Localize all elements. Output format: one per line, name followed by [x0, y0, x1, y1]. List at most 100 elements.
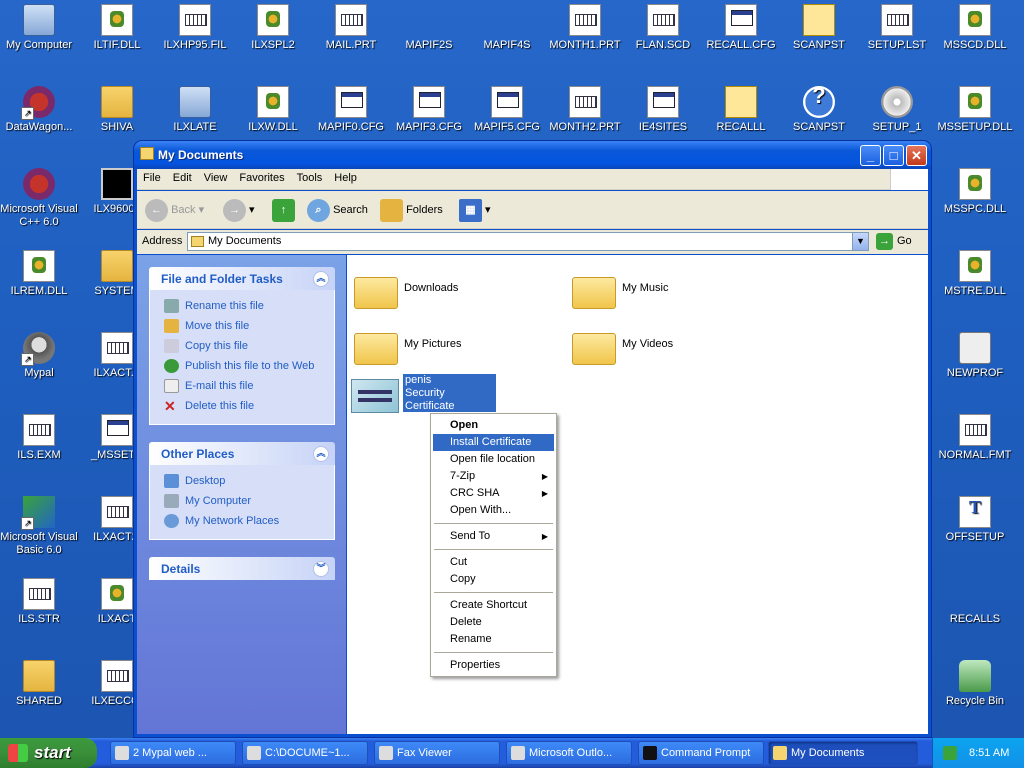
desktop-icon[interactable]: MAPIF0.CFG: [312, 86, 390, 134]
task-email[interactable]: E-mail this file: [162, 376, 334, 396]
task-my-documents[interactable]: My Documents: [768, 741, 918, 765]
menu-item-open-file-location[interactable]: Open file location: [433, 451, 554, 468]
desktop-icon[interactable]: NEWPROF: [936, 332, 1014, 380]
desktop-icon[interactable]: ILS.STR: [0, 578, 78, 626]
menu-item-open-with[interactable]: Open With...: [433, 502, 554, 519]
menu-item-create-shortcut[interactable]: Create Shortcut: [433, 597, 554, 614]
task-rename[interactable]: Rename this file: [162, 296, 334, 316]
desktop-icon[interactable]: MAPIF3.CFG: [390, 86, 468, 134]
desktop-icon[interactable]: SCANPST: [780, 4, 858, 52]
desktop-icon[interactable]: MAIL.PRT: [312, 4, 390, 52]
desktop-icon[interactable]: MONTH1.PRT: [546, 4, 624, 52]
menu-favorites[interactable]: Favorites: [233, 169, 290, 187]
dll-icon: [23, 250, 55, 282]
menu-tools[interactable]: Tools: [291, 169, 329, 187]
desktop-icon[interactable]: ILS.EXM: [0, 414, 78, 462]
menu-item-cut[interactable]: Cut: [433, 554, 554, 571]
address-dropdown-button[interactable]: ▼: [852, 232, 869, 251]
task-mypal[interactable]: 2 Mypal web ...: [110, 741, 236, 765]
desktop-icon[interactable]: SHIVA: [78, 86, 156, 134]
desktop-icon[interactable]: Microsoft Visual Basic 6.0: [0, 496, 78, 557]
start-button[interactable]: start: [0, 738, 97, 768]
desktop-icon[interactable]: MONTH2.PRT: [546, 86, 624, 134]
network-tray-icon[interactable]: [943, 746, 957, 760]
menu-item-send-to[interactable]: Send To ▶: [433, 528, 554, 545]
menu-file[interactable]: File: [137, 169, 167, 187]
desktop-icon[interactable]: OFFSETUP: [936, 496, 1014, 544]
panel-header[interactable]: Details ︾: [149, 557, 335, 580]
desktop-icon[interactable]: ILXLATE: [156, 86, 234, 134]
desktop-icon[interactable]: FLAN.SCD: [624, 4, 702, 52]
task-fax-viewer[interactable]: Fax Viewer: [374, 741, 500, 765]
desktop-icon[interactable]: MAPIF4S: [468, 4, 546, 52]
task-cmd-documents[interactable]: C:\DOCUME~1...: [242, 741, 368, 765]
desktop-icon[interactable]: RECALLS: [936, 578, 1014, 626]
task-delete[interactable]: ✕ Delete this file: [162, 396, 334, 416]
menu-edit[interactable]: Edit: [167, 169, 198, 187]
expand-icon[interactable]: ︾: [313, 561, 329, 577]
menu-item-install-certificate[interactable]: Install Certificate: [433, 434, 554, 451]
desktop-icon-my-computer[interactable]: My Computer: [0, 4, 78, 52]
clock[interactable]: 8:51 AM: [969, 738, 1009, 768]
desktop-icon[interactable]: SHARED: [0, 660, 78, 708]
minimize-button[interactable]: _: [860, 145, 881, 166]
outlook-icon: [511, 746, 525, 760]
desktop-icon[interactable]: Microsoft Visual C++ 6.0: [0, 168, 78, 229]
menu-view[interactable]: View: [198, 169, 234, 187]
task-outlook[interactable]: Microsoft Outlo...: [506, 741, 632, 765]
desktop-icon[interactable]: Mypal: [0, 332, 78, 380]
certificate-icon: [351, 379, 399, 413]
menu-help[interactable]: Help: [328, 169, 363, 187]
desktop-icon[interactable]: MSTRE.DLL: [936, 250, 1014, 298]
forward-button[interactable]: → ▾: [223, 198, 255, 222]
up-button[interactable]: ↑: [272, 198, 295, 222]
go-button[interactable]: → Go: [876, 232, 912, 251]
desktop-icon[interactable]: SCANPST: [780, 86, 858, 134]
desktop-icon[interactable]: RECALL.CFG: [702, 4, 780, 52]
desktop-icon[interactable]: IE4SITES: [624, 86, 702, 134]
desktop-icon[interactable]: MAPIF5.CFG: [468, 86, 546, 134]
menu-item-open[interactable]: Open: [433, 417, 554, 434]
maximize-button[interactable]: □: [883, 145, 904, 166]
search-button[interactable]: ⌕ Search: [307, 198, 368, 222]
desktop-icon[interactable]: ILXHP95.FIL: [156, 4, 234, 52]
title-bar[interactable]: My Documents _ □ ✕: [134, 141, 931, 169]
menu-item-copy[interactable]: Copy: [433, 571, 554, 588]
desktop-icon[interactable]: NORMAL.FMT: [936, 414, 1014, 462]
folders-button[interactable]: Folders: [380, 198, 443, 222]
views-button[interactable]: ▦ ▾: [459, 198, 491, 222]
panel-header[interactable]: Other Places ︽: [149, 442, 335, 465]
menu-item-7zip[interactable]: 7-Zip ▶: [433, 468, 554, 485]
desktop-icon[interactable]: SETUP_1: [858, 86, 936, 134]
desktop-icon[interactable]: MAPIF2S: [390, 4, 468, 52]
desktop-icon[interactable]: ILXW.DLL: [234, 86, 312, 134]
desktop-icon[interactable]: MSSPC.DLL: [936, 168, 1014, 216]
desktop-icon-recycle-bin[interactable]: Recycle Bin: [936, 660, 1014, 708]
desktop-icon[interactable]: ILXSPL2: [234, 4, 312, 52]
task-command-prompt[interactable]: Command Prompt: [638, 741, 764, 765]
desktop-icon[interactable]: ILREM.DLL: [0, 250, 78, 298]
task-move[interactable]: Move this file: [162, 316, 334, 336]
place-my-computer[interactable]: My Computer: [162, 491, 334, 511]
desktop-icon[interactable]: SETUP.LST: [858, 4, 936, 52]
desktop-icon[interactable]: MSSCD.DLL: [936, 4, 1014, 52]
collapse-icon[interactable]: ︽: [313, 271, 329, 287]
task-publish[interactable]: Publish this file to the Web: [162, 356, 334, 376]
task-copy[interactable]: Copy this file: [162, 336, 334, 356]
collapse-icon[interactable]: ︽: [313, 446, 329, 462]
menu-item-delete[interactable]: Delete: [433, 614, 554, 631]
menu-item-rename[interactable]: Rename: [433, 631, 554, 648]
desktop-icon[interactable]: RECALLL: [702, 86, 780, 134]
place-my-network[interactable]: My Network Places: [162, 511, 334, 531]
address-input[interactable]: My Documents: [187, 232, 869, 251]
close-button[interactable]: ✕: [906, 145, 927, 166]
desktop-icon[interactable]: DataWagon...: [0, 86, 78, 134]
back-button[interactable]: ← Back ▾: [145, 198, 204, 222]
place-desktop[interactable]: Desktop: [162, 471, 334, 491]
desktop-icon[interactable]: ILTIF.DLL: [78, 4, 156, 52]
menu-item-properties[interactable]: Properties: [433, 657, 554, 674]
desktop-icon[interactable]: MSSETUP.DLL: [936, 86, 1014, 134]
menu-item-crc-sha[interactable]: CRC SHA ▶: [433, 485, 554, 502]
panel-header[interactable]: File and Folder Tasks ︽: [149, 267, 335, 290]
address-bar: Address My Documents ▼ → Go: [137, 230, 928, 254]
